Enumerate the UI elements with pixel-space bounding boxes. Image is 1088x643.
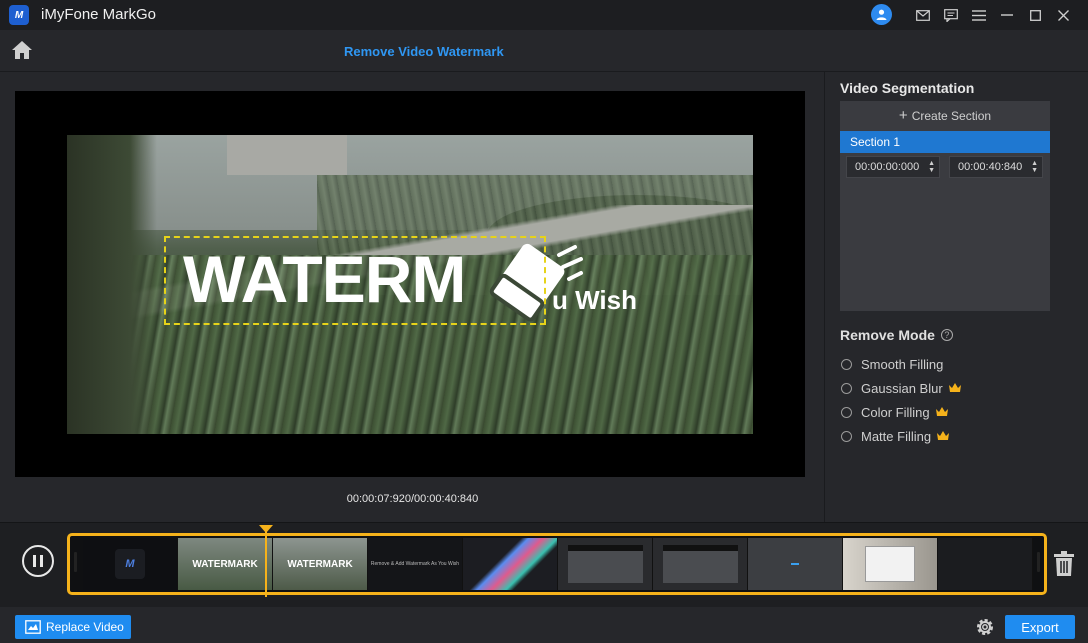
mode-option-color-filling[interactable]: Color Filling	[841, 403, 948, 421]
section-end-time: 00:00:40:840	[958, 161, 1023, 173]
create-section-label: Create Section	[911, 108, 992, 123]
mode-option-label: Matte Filling	[861, 428, 932, 444]
mail-icon[interactable]	[912, 4, 934, 26]
trim-handle-right[interactable]	[1037, 552, 1040, 572]
thumbnail: Remove & Add Watermark As You Wish	[368, 538, 463, 590]
title-bar: M iMyFone MarkGo	[0, 0, 1088, 30]
trim-handle-left[interactable]	[74, 552, 77, 572]
preview-area: WATERM u Wish 00:00:07:920/00:00:40:840	[0, 72, 825, 522]
watermark-selection-box[interactable]	[164, 236, 546, 325]
user-avatar-icon[interactable]	[871, 4, 892, 25]
create-section-button[interactable]: + Create Section	[840, 101, 1050, 130]
video-player[interactable]: WATERM u Wish	[15, 91, 805, 477]
thumbnail	[463, 538, 558, 590]
plus-icon: +	[898, 107, 908, 124]
section-start-time-field[interactable]: 00:00:00:000 ▲ ▼	[846, 156, 940, 178]
mode-option-label: Gaussian Blur	[861, 380, 943, 396]
timeline-strip[interactable]: M WATERMARK WATERMARK Remove & Add Water…	[67, 533, 1047, 595]
crown-icon	[937, 431, 950, 440]
segmentation-box: + Create Section Section 1 00:00:00:000 …	[840, 101, 1050, 311]
thumbnail	[843, 538, 938, 590]
radio-icon[interactable]	[841, 358, 852, 370]
feedback-icon[interactable]	[940, 4, 962, 26]
spinner-icon[interactable]: ▲ ▼	[1031, 160, 1038, 174]
help-icon[interactable]: ?	[940, 329, 953, 341]
spinner-icon[interactable]: ▲ ▼	[928, 160, 935, 174]
minimize-icon[interactable]	[996, 4, 1018, 26]
mode-option-gaussian-blur[interactable]: Gaussian Blur	[841, 379, 961, 397]
radio-icon[interactable]	[841, 382, 852, 394]
thumbnail: WATERMARK	[178, 538, 273, 590]
app-logo-icon: M	[9, 5, 29, 25]
pause-icon	[33, 555, 36, 567]
thumbnail	[558, 538, 653, 590]
section-end-time-field[interactable]: 00:00:40:840 ▲ ▼	[949, 156, 1043, 178]
mode-option-label: Color Filling	[861, 404, 930, 420]
header-bar: Remove Video Watermark	[0, 30, 1088, 72]
gear-icon[interactable]	[975, 617, 995, 637]
home-icon[interactable]	[10, 39, 34, 61]
close-icon[interactable]	[1052, 4, 1074, 26]
thumbnail-label: WATERMARK	[192, 558, 258, 570]
thumbnail	[938, 538, 1033, 590]
radio-icon[interactable]	[841, 430, 852, 442]
app-logo-icon: M	[115, 549, 145, 579]
video-frame: WATERM u Wish	[67, 135, 753, 434]
maximize-icon[interactable]	[1024, 4, 1046, 26]
bottom-bar: Replace Video Export	[0, 607, 1088, 643]
remove-mode-label: Remove Mode	[840, 327, 935, 343]
thumbnail-label: WATERMARK	[287, 558, 353, 570]
remove-mode-title: Remove Mode ?	[840, 327, 953, 343]
markgo-window: M iMyFone MarkGo Remove Video Watermark	[0, 0, 1088, 643]
thumbnail: WATERMARK	[273, 538, 368, 590]
replace-video-label: Replace Video	[46, 620, 124, 634]
thumbnail-label: Remove & Add Watermark As You Wish	[370, 561, 460, 567]
playhead[interactable]	[265, 527, 267, 597]
video-timecode: 00:00:07:920/00:00:40:840	[346, 493, 479, 505]
radio-icon[interactable]	[841, 406, 852, 418]
timeline: M WATERMARK WATERMARK Remove & Add Water…	[0, 522, 1088, 607]
thumbnail	[653, 538, 748, 590]
replace-video-icon	[25, 620, 41, 634]
page-title: Remove Video Watermark	[344, 44, 504, 59]
crown-icon	[935, 407, 948, 416]
section-start-time: 00:00:00:000	[855, 161, 920, 173]
mode-option-matte-filling[interactable]: Matte Filling	[841, 427, 950, 445]
thumbnail-strip: M WATERMARK WATERMARK Remove & Add Water…	[83, 538, 1033, 590]
menu-icon[interactable]	[968, 4, 990, 26]
thumbnail: M	[83, 538, 178, 590]
settings-panel: Video Segmentation + Create Section Sect…	[826, 72, 1088, 522]
trash-icon[interactable]	[1053, 551, 1075, 577]
section-item[interactable]: Section 1	[840, 131, 1050, 153]
pause-button[interactable]	[22, 545, 54, 577]
app-title: iMyFone MarkGo	[41, 6, 157, 23]
mode-option-smooth-filling[interactable]: Smooth Filling	[841, 355, 943, 373]
export-button[interactable]: Export	[1005, 615, 1075, 639]
replace-video-button[interactable]: Replace Video	[15, 615, 131, 639]
crown-icon	[948, 383, 961, 392]
segmentation-title: Video Segmentation	[840, 80, 975, 96]
thumbnail	[748, 538, 843, 590]
mode-option-label: Smooth Filling	[861, 356, 944, 372]
